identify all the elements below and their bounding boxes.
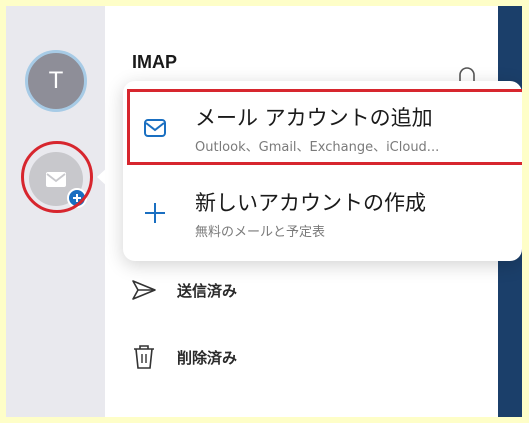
folder-label: 削除済み	[177, 348, 238, 367]
highlight-circle-annotation	[21, 141, 93, 213]
menu-item-title: 新しいアカウントの作成	[195, 190, 426, 215]
folder-item-sent[interactable]: 送信済み	[131, 275, 237, 305]
mail-app-screen: T IMAP 送信済み 削除済み メール アカウントの追加 Outlook、Gm…	[6, 6, 522, 417]
trash-icon	[134, 345, 154, 369]
menu-item-subtitle: 無料のメールと予定表	[195, 224, 326, 240]
accounts-rail: T	[6, 6, 105, 417]
plus-icon	[145, 203, 165, 223]
account-title: IMAP	[132, 52, 177, 72]
folder-label: 送信済み	[177, 281, 238, 300]
menu-item-create-account[interactable]: 新しいアカウントの作成 無料のメールと予定表	[123, 176, 522, 250]
folder-item-deleted[interactable]: 削除済み	[131, 342, 237, 372]
highlight-box-annotation	[127, 89, 522, 165]
send-icon	[132, 280, 156, 300]
popover-arrow	[97, 166, 109, 188]
account-avatar[interactable]: T	[25, 50, 87, 112]
avatar-initial: T	[49, 68, 63, 94]
